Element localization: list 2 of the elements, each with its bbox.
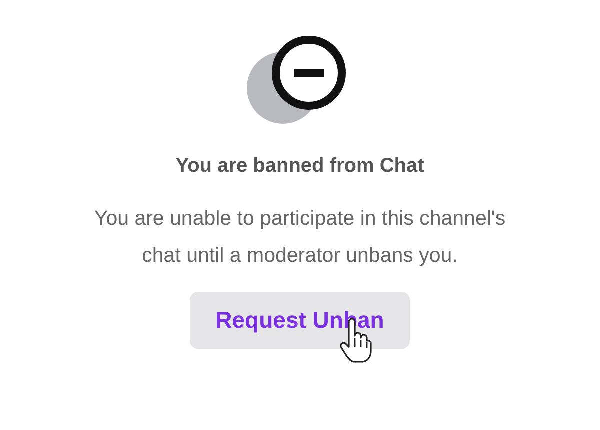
ban-title: You are banned from Chat bbox=[176, 154, 424, 178]
ban-message: You are unable to participate in this channel's chat until a moderator unbans you. bbox=[93, 206, 507, 269]
